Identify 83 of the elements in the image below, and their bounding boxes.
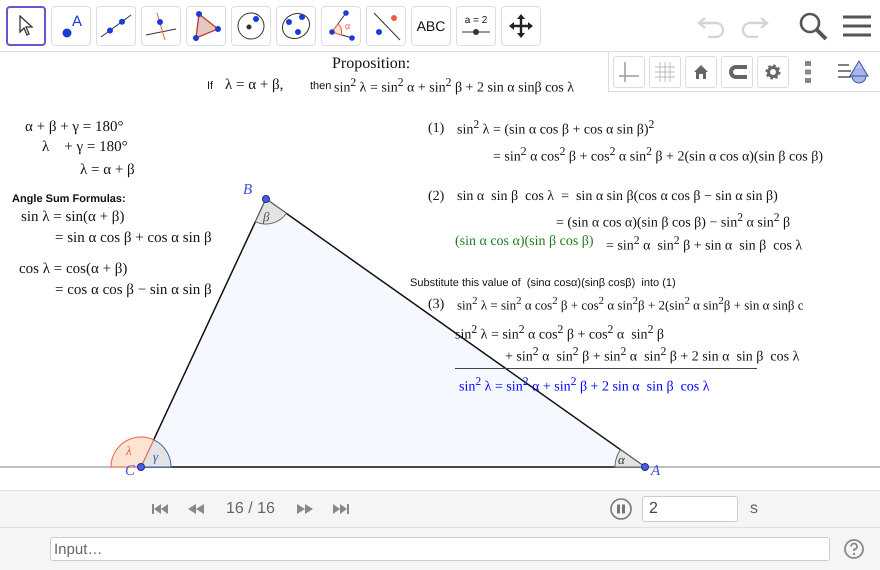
formula-text: cos λ = cos(α + β) xyxy=(19,260,128,278)
pointer-arrow-icon xyxy=(18,14,34,36)
formula-text: α + β + γ = 180° xyxy=(25,118,124,136)
help-button[interactable] xyxy=(844,539,864,559)
unit-label: s xyxy=(750,500,758,518)
line-icon xyxy=(99,12,133,38)
pause-icon xyxy=(610,498,632,520)
circle-icon xyxy=(236,10,266,40)
previous-frame-button[interactable] xyxy=(188,504,204,514)
help-icon xyxy=(844,539,864,559)
speed-field[interactable]: 2 xyxy=(642,496,738,522)
home-button[interactable] xyxy=(685,56,717,88)
angle-arc xyxy=(254,198,287,224)
formula-text: (2) xyxy=(428,189,444,206)
settings-icon xyxy=(764,62,782,80)
move-arrows-icon xyxy=(508,12,534,38)
more-icon xyxy=(805,60,811,82)
settings-button[interactable] xyxy=(757,56,789,88)
vertex-point xyxy=(137,463,145,471)
angle-label: α xyxy=(618,452,625,468)
slider-icon xyxy=(461,28,491,36)
pause-button[interactable] xyxy=(610,498,632,520)
grid-icon xyxy=(654,60,676,82)
formula-text: = sin α cos β + cos α sin β xyxy=(55,229,212,247)
frame-counter: 16 / 16 xyxy=(226,500,275,518)
formula-text: + sin$^{2}$ α sin$^{2}$ β + sin$^{2}$ α sin$^{2}$ β + 2 sin α sin β cos λ xyxy=(505,345,800,366)
formula-text: = cos α cos β − sin α sin β xyxy=(55,281,212,299)
tool-button[interactable]: ABC xyxy=(411,6,451,46)
vertex-point xyxy=(262,195,270,203)
tool-button[interactable]: A xyxy=(51,6,91,46)
formula-text: λ + γ = 180° xyxy=(42,138,128,156)
tool-button[interactable]: a = 2 xyxy=(456,6,496,46)
formula-text: sin λ = sin(α + β) xyxy=(21,208,124,226)
formula-text: (1) xyxy=(428,121,444,138)
views-icon xyxy=(837,58,869,84)
heading-text: Proposition: xyxy=(332,54,410,74)
point-label: A xyxy=(72,12,82,30)
formula-text: sin α sin β cos λ = sin α sin β(cos α cos β − sin α sin β) xyxy=(457,189,778,206)
axes-icon xyxy=(618,60,640,82)
vertex-label: B xyxy=(243,182,252,199)
angle-label: β xyxy=(263,209,270,225)
note-text: If xyxy=(207,80,214,94)
skip-end-icon xyxy=(332,504,349,514)
formula-text: (3) xyxy=(428,297,444,314)
snap-button[interactable] xyxy=(721,56,753,88)
vertex-label: C xyxy=(125,463,136,480)
formula-text: sin$^{2}$ λ = sin$^{2}$ α + sin$^{2}$ β + 2 sin α sinβ cos λ xyxy=(334,76,574,98)
ellipse-icon xyxy=(280,10,312,40)
point-icon xyxy=(61,26,73,38)
input-field[interactable]: Input… xyxy=(50,537,830,561)
next-frame-button[interactable] xyxy=(296,504,313,514)
home-icon xyxy=(693,64,709,80)
axes-button[interactable] xyxy=(613,56,645,88)
menu-icon xyxy=(842,14,872,38)
polygon-icon xyxy=(190,10,222,42)
vertex-label: A xyxy=(651,463,660,480)
first-frame-button[interactable] xyxy=(152,504,168,514)
search-icon xyxy=(798,10,828,40)
formula-text: λ = α + β xyxy=(80,161,135,179)
views-button[interactable] xyxy=(837,58,869,84)
formula-text: = sin$^{2}$ α sin$^{2}$ β + sin α sin β cos λ xyxy=(606,234,802,256)
slider-label: a = 2 xyxy=(464,15,488,26)
formula-text: sin$^{2}$ λ = sin$^{2}$ α cos$^{2}$ β + cos$^{2}$ α sin$^{2}$β + 2(sin$^{2}$ α sin$^{2}$β + sin α sinβ c xyxy=(457,295,804,313)
formula-text: (sin α cos α)(sin β cos β) xyxy=(455,234,594,251)
more-button[interactable] xyxy=(805,60,811,82)
fast-forward-icon xyxy=(296,504,313,514)
formula-text: = (sin α cos α)(sin β cos β) − sin$^{2}$ α sin$^{2}$ β xyxy=(556,211,790,232)
vertex-point xyxy=(641,463,649,471)
perpendicular-line-icon xyxy=(144,10,178,40)
rewind-icon xyxy=(188,504,204,514)
formula-text: = sin$^{2}$ α cos$^{2}$ β + cos$^{2}$ α sin$^{2}$ β + 2(sin α cos α)(sin β cos β) xyxy=(493,145,824,166)
angle-label: λ xyxy=(126,443,132,459)
skip-start-icon xyxy=(152,504,168,514)
section-title: Angle Sum Formulas: xyxy=(12,193,126,206)
note-text: then xyxy=(310,80,332,94)
formula-text: λ = α + β, xyxy=(225,76,284,94)
formula-text: sin$^{2}$ λ = (sin α cos β + cos α sin β)$^{2}$ xyxy=(457,118,654,140)
magnet-icon xyxy=(726,62,748,80)
tool-button[interactable] xyxy=(6,6,46,46)
alpha-label: α xyxy=(345,20,350,30)
angle-label: γ xyxy=(153,449,158,465)
last-frame-button[interactable] xyxy=(332,504,349,514)
note-text: Substitute this value of (sinα cosα)(sinβ cosβ) into (1) xyxy=(410,277,676,290)
